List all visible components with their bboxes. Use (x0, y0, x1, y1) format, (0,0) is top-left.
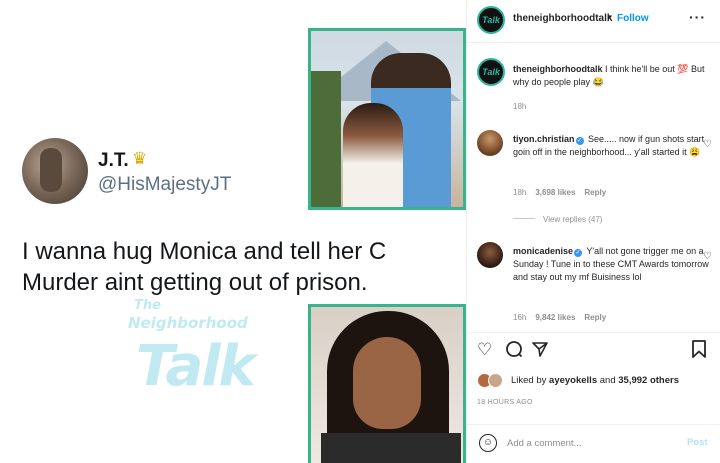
tweet-avatar (22, 138, 88, 204)
post-button[interactable]: Post (687, 437, 708, 448)
add-comment-bar: ☺ Post (467, 424, 720, 463)
replies-line (513, 218, 535, 219)
photo-woman (343, 103, 403, 207)
header-username[interactable]: theneighborhoodtalk (513, 13, 612, 24)
watermark-line-2: Neighborhood (128, 314, 248, 332)
comment-likes[interactable]: 3,698 likes (535, 188, 575, 197)
emoji-icon[interactable]: ☺ (479, 434, 497, 452)
heart-icon[interactable]: ♡ (477, 340, 492, 360)
comment-username[interactable]: tiyon.christian (513, 134, 575, 144)
caption-username[interactable]: theneighborhoodtalk (513, 64, 603, 74)
tweet-handle: @HisMajestyJT (98, 174, 232, 195)
liked-by-count[interactable]: 35,992 others (618, 375, 679, 386)
liked-by-avatars[interactable] (477, 373, 509, 389)
photo-face (353, 337, 421, 429)
liker-avatar (488, 373, 503, 388)
comment-like-heart-icon[interactable]: ♡ (703, 139, 712, 150)
instagram-panel: Talk theneighborhoodtalk • Follow ··· Ta… (466, 0, 720, 463)
reply-button[interactable]: Reply (584, 188, 606, 197)
comment-username[interactable]: monicadenise (513, 246, 573, 256)
watermark-logo: The Neighborhood Talk (128, 298, 298, 408)
caption-time: 18h (513, 102, 527, 111)
comment-meta: 16h 9,842 likes Reply (513, 313, 606, 322)
comment-time: 18h (513, 188, 527, 197)
commenter-avatar[interactable] (477, 130, 503, 156)
liked-by-middle: and (599, 375, 616, 386)
reply-button[interactable]: Reply (584, 313, 606, 322)
tweet-screenshot: J.T. ♛ @HisMajestyJT I wanna hug Monica … (0, 0, 466, 463)
comment-item: monicadenise ✓ Y'all not gone trigger me … (513, 245, 709, 284)
caption-text: theneighborhoodtalk I think he'll be out… (513, 63, 709, 89)
view-replies-label: View replies (47) (543, 215, 603, 224)
comment-time: 16h (513, 313, 527, 322)
comment-icon[interactable] (505, 340, 523, 363)
verified-icon: ✓ (574, 249, 583, 257)
header-divider (467, 42, 720, 43)
comment-input[interactable] (507, 436, 677, 450)
comment-likes[interactable]: 9,842 likes (535, 313, 575, 322)
watermark-line-3: Talk (136, 334, 256, 399)
more-options-icon[interactable]: ··· (689, 9, 706, 25)
liked-by-text: Liked by ayeyokells and 35,992 others (511, 375, 679, 386)
photo-jacket (321, 433, 461, 463)
follow-button[interactable]: Follow (617, 13, 649, 24)
bookmark-icon[interactable] (691, 340, 707, 363)
comment-meta: 18h 3,698 likes Reply (513, 188, 606, 197)
actions-divider (467, 332, 720, 333)
share-icon[interactable] (531, 340, 549, 363)
tweet-display-name: J.T. (98, 150, 129, 171)
watermark-line-1: The (134, 298, 161, 313)
liked-by-prefix: Liked by (511, 375, 547, 386)
crown-icon: ♛ (132, 149, 148, 168)
avatar-logo-text: Talk (482, 15, 500, 25)
header-separator: • (608, 12, 612, 23)
caption-avatar[interactable]: Talk (477, 58, 505, 86)
post-timestamp[interactable]: 18 HOURS AGO (477, 399, 533, 406)
caption-meta: 18h (513, 102, 526, 111)
avatar-logo-text: Talk (482, 67, 500, 77)
header-avatar[interactable]: Talk (477, 6, 505, 34)
tweet-text: I wanna hug Monica and tell her C Murder… (22, 238, 387, 296)
commenter-avatar[interactable] (477, 242, 503, 268)
liked-by-user[interactable]: ayeyokells (549, 375, 597, 386)
portrait-photo (308, 304, 466, 463)
comment-item: tiyon.christian ✓ See..... now if gun sho… (513, 133, 709, 159)
view-replies-button[interactable]: View replies (47) (513, 215, 602, 224)
comment-like-heart-icon[interactable]: ♡ (703, 251, 712, 262)
action-bar: ♡ (475, 340, 715, 362)
photo-tree (311, 71, 341, 207)
couple-photo (308, 28, 466, 210)
verified-icon: ✓ (575, 137, 584, 145)
